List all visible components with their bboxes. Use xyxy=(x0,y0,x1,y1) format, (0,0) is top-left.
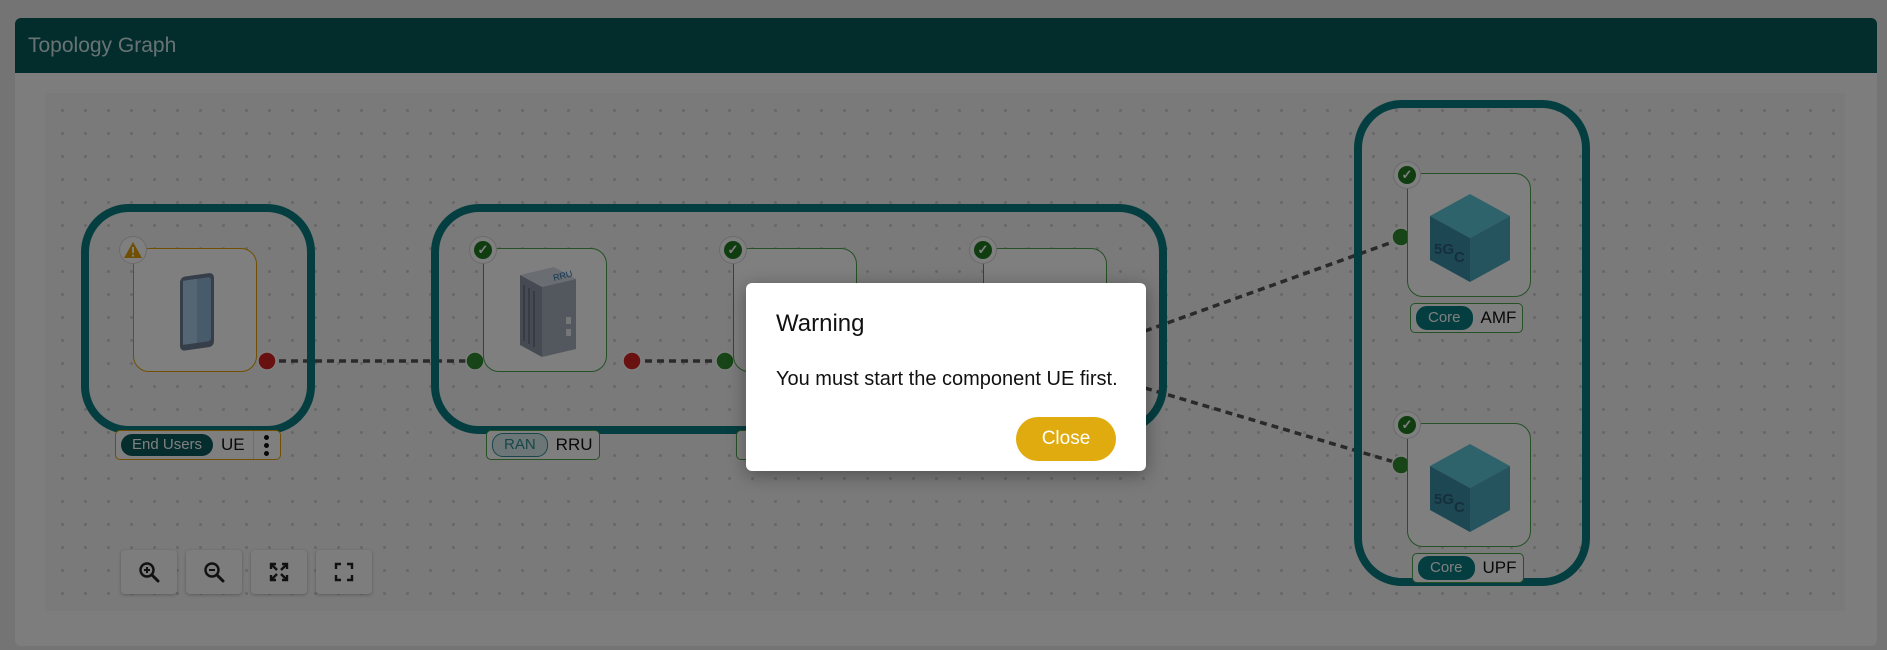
dialog-message: You must start the component UE first. xyxy=(776,368,1118,390)
dialog-title: Warning xyxy=(776,310,865,337)
warning-dialog: Warning You must start the component UE … xyxy=(746,283,1146,471)
close-button[interactable]: Close xyxy=(1016,417,1116,461)
